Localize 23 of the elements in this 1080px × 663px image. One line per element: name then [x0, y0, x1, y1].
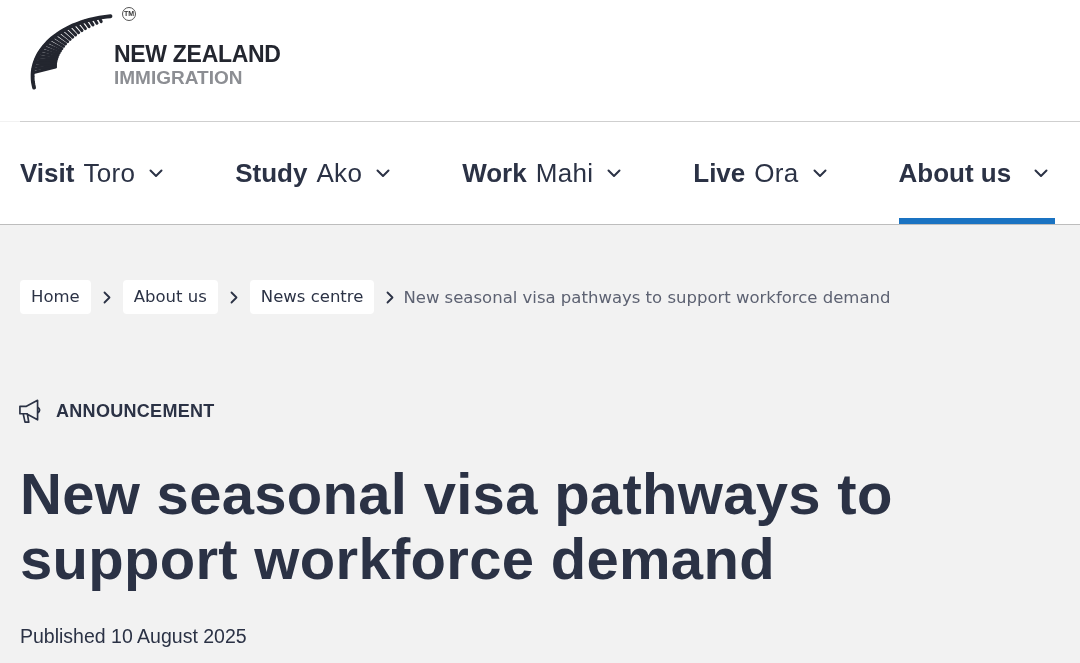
- chevron-right-icon: [386, 290, 395, 304]
- chevron-down-icon: [607, 168, 622, 178]
- chevron-right-icon: [102, 290, 111, 304]
- chevron-right-icon: [229, 290, 238, 304]
- nav-menu-item[interactable]: Live Ora: [693, 122, 827, 224]
- nav-menu-item[interactable]: Visit Toro: [20, 122, 164, 224]
- nav-menu-item[interactable]: Work Mahi: [462, 122, 622, 224]
- logo-wordmark: NEW ZEALAND: [114, 43, 281, 66]
- breadcrumb-current: New seasonal visa pathways to support workforce demand: [403, 287, 891, 307]
- nav-menu-item[interactable]: Study Ako: [235, 122, 391, 224]
- logo-subtitle: IMMIGRATION: [114, 68, 244, 87]
- chevron-down-icon: [376, 168, 391, 178]
- breadcrumb-link[interactable]: News centre: [249, 280, 375, 314]
- published-date: Published 10 August 2025: [20, 624, 247, 648]
- article-title: New seasonal visa pathways to support workforce demand: [20, 461, 894, 591]
- breadcrumb-link[interactable]: About us: [122, 280, 218, 314]
- nav-menu-item[interactable]: About us: [898, 122, 1056, 224]
- fern-logo-icon: [28, 12, 114, 91]
- chevron-down-icon: [149, 168, 164, 178]
- breadcrumb-link[interactable]: Home: [20, 280, 91, 314]
- category-label: ANNOUNCEMENT: [56, 400, 215, 422]
- chevron-down-icon: [1034, 168, 1049, 178]
- chevron-down-icon: [812, 168, 827, 178]
